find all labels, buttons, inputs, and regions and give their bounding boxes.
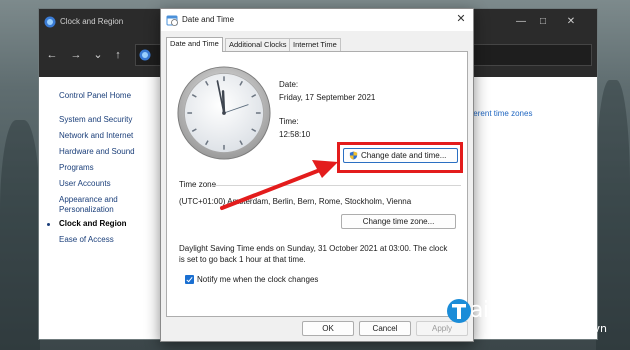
- sidebar-item-user-accounts[interactable]: User Accounts: [59, 179, 111, 188]
- taimienphi-logo-icon: [447, 299, 471, 323]
- forward-arrow-icon[interactable]: →: [69, 48, 83, 62]
- dst-info-line-1: Daylight Saving Time ends on Sunday, 31 …: [179, 244, 448, 253]
- chevron-down-icon[interactable]: ⌄: [91, 48, 105, 62]
- sidebar-item-system-and-security[interactable]: System and Security: [59, 115, 132, 124]
- sidebar-item-control-panel-home[interactable]: Control Panel Home: [59, 91, 131, 100]
- time-zone-value: (UTC+01:00) Amsterdam, Berlin, Bern, Rom…: [179, 197, 412, 206]
- sidebar-item-clock-and-region[interactable]: Clock and Region: [59, 219, 127, 228]
- date-time-icon: [166, 15, 178, 26]
- analog-clock: [177, 66, 271, 160]
- tab-internet-time[interactable]: Internet Time: [289, 38, 341, 51]
- tab-additional-clocks[interactable]: Additional Clocks: [225, 38, 291, 51]
- cancel-label: Cancel: [372, 324, 398, 333]
- watermark-brand: aimienphi: [470, 298, 575, 323]
- date-and-time-dialog: Date and Time ✕ Date and Time Additional…: [160, 8, 474, 342]
- highlight-box: [337, 142, 463, 173]
- background-tree: [596, 80, 630, 350]
- tab-date-and-time[interactable]: Date and Time: [166, 37, 223, 52]
- dialog-title: Date and Time: [182, 15, 235, 24]
- control-panel-sidebar: Control Panel Home System and Security N…: [39, 77, 161, 339]
- cancel-button[interactable]: Cancel: [359, 321, 411, 336]
- search-box[interactable]: [464, 44, 592, 66]
- time-zone-divider: [211, 185, 461, 186]
- current-item-bullet-icon: [47, 223, 50, 226]
- up-arrow-icon[interactable]: ↑: [111, 48, 125, 62]
- maximize-icon[interactable]: □: [535, 14, 551, 30]
- sidebar-item-network-and-internet[interactable]: Network and Internet: [59, 131, 133, 140]
- date-and-time-panel: Date: Friday, 17 September 2021 Time: 12…: [166, 51, 468, 317]
- notify-label: Notify me when the clock changes: [197, 275, 319, 284]
- dialog-titlebar: Date and Time ✕: [161, 9, 473, 31]
- background-tree: [0, 120, 40, 350]
- close-icon[interactable]: ✕: [563, 14, 579, 30]
- notify-checkbox[interactable]: [185, 275, 194, 284]
- date-value: Friday, 17 September 2021: [279, 93, 376, 102]
- dst-info-line-2: is set to go back 1 hour at that time.: [179, 255, 306, 264]
- sidebar-item-programs[interactable]: Programs: [59, 163, 94, 172]
- control-panel-icon: [44, 16, 56, 28]
- sidebar-item-ease-of-access[interactable]: Ease of Access: [59, 235, 114, 244]
- watermark-suffix: .vn: [590, 322, 607, 335]
- dialog-close-icon[interactable]: ✕: [454, 12, 468, 26]
- control-panel-title: Clock and Region: [60, 17, 124, 26]
- sidebar-item-hardware-and-sound[interactable]: Hardware and Sound: [59, 147, 135, 156]
- ok-button[interactable]: OK: [302, 321, 354, 336]
- change-time-zone-label: Change time zone...: [362, 217, 435, 226]
- sidebar-item-appearance[interactable]: Appearance and: [59, 195, 118, 204]
- control-panel-icon: [139, 49, 151, 61]
- minimize-icon[interactable]: —: [513, 14, 529, 30]
- change-time-zone-button[interactable]: Change time zone...: [341, 214, 456, 229]
- date-label: Date:: [279, 80, 299, 89]
- time-label: Time:: [279, 117, 299, 126]
- back-arrow-icon[interactable]: ←: [45, 48, 59, 62]
- different-time-zones-link[interactable]: fferent time zones: [469, 109, 532, 118]
- ok-label: OK: [322, 324, 334, 333]
- sidebar-item-personalization[interactable]: Personalization: [59, 205, 114, 214]
- time-value: 12:58:10: [279, 130, 311, 139]
